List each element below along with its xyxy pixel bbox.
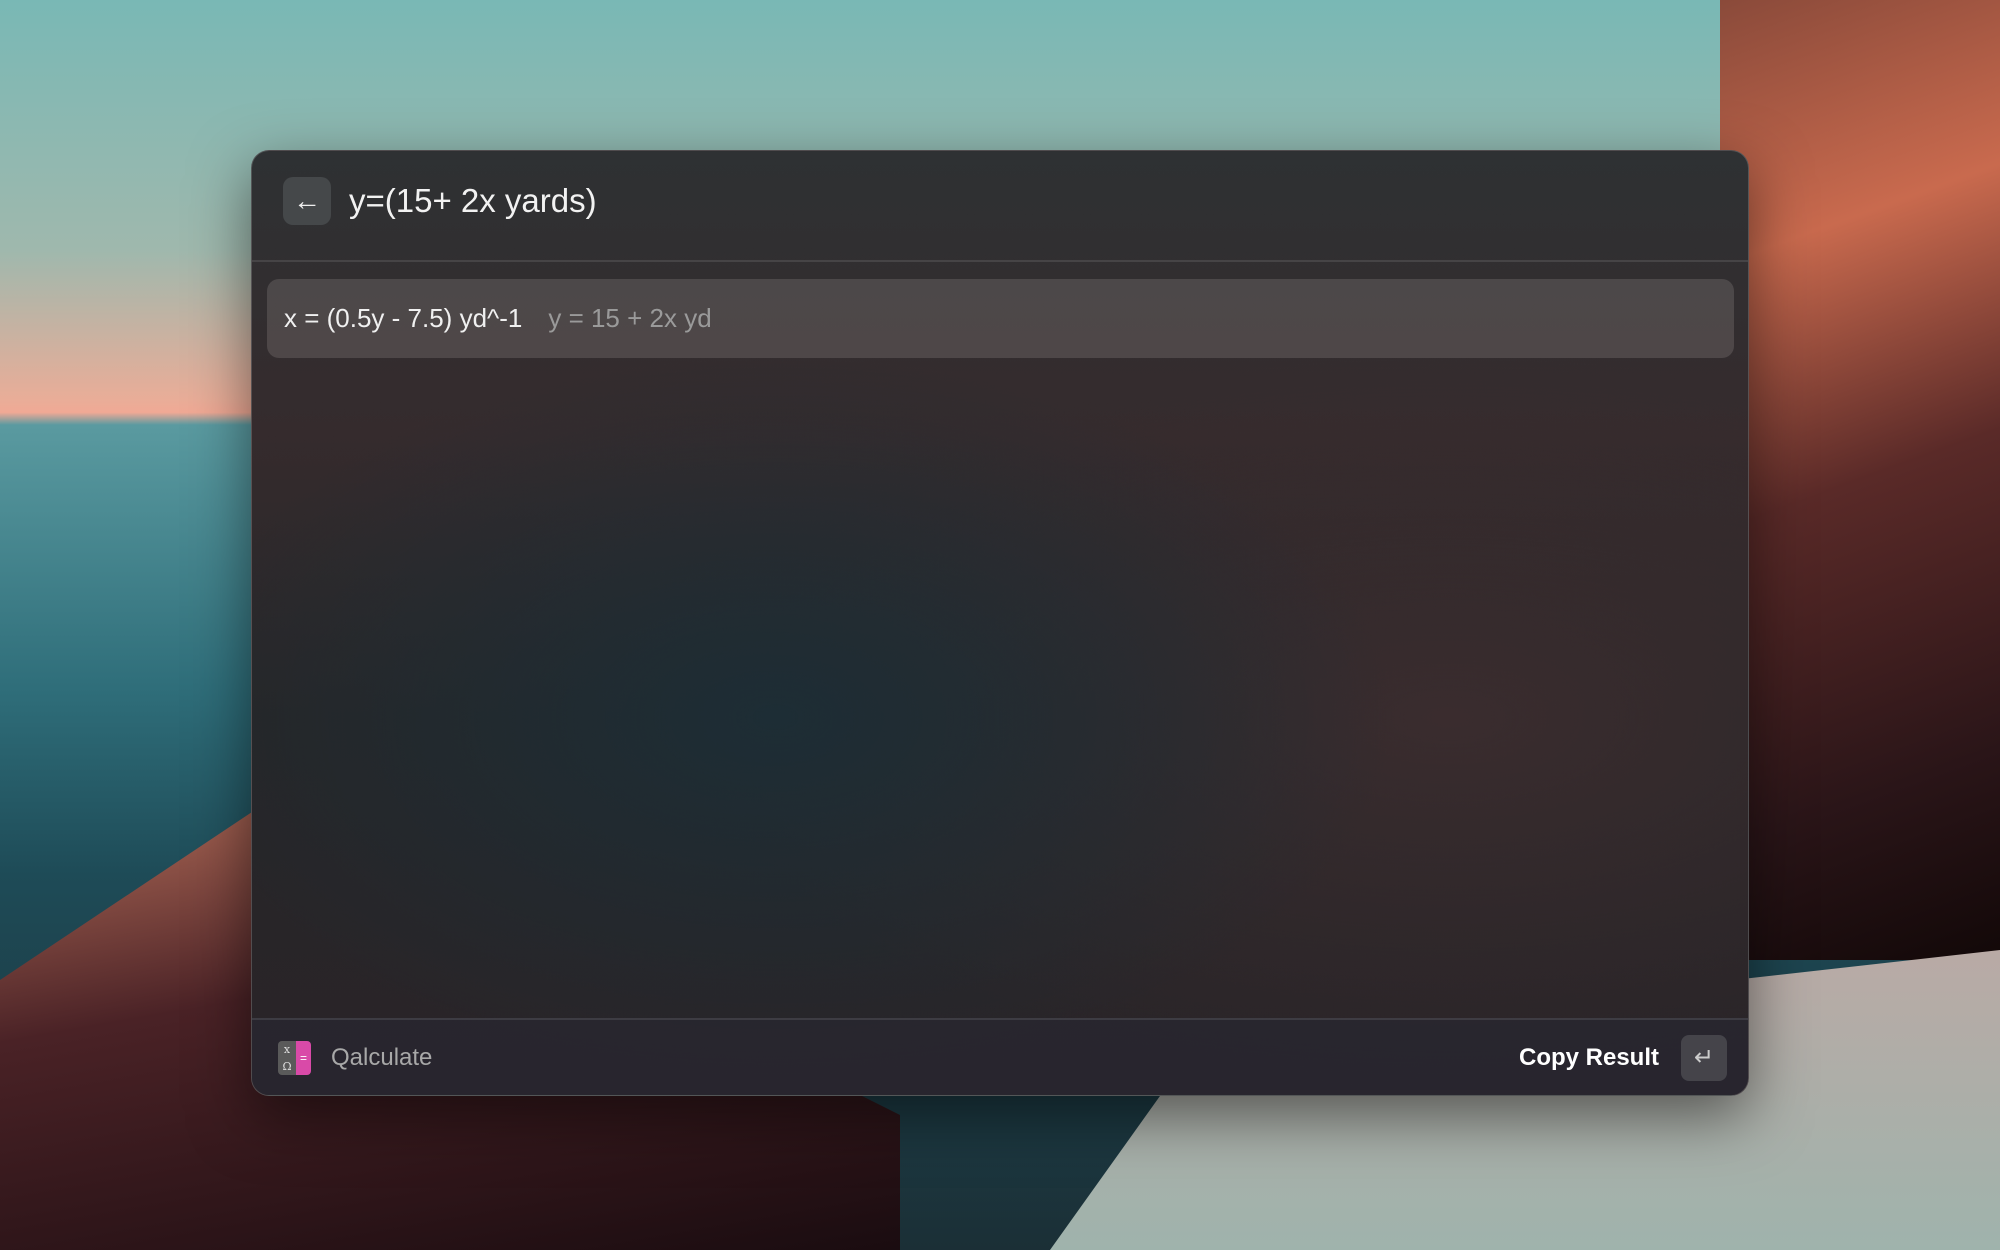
wallpaper-cliff — [1720, 0, 2000, 960]
search-bar: ← y=(15+ 2x yards) — [252, 151, 1748, 262]
return-key-button[interactable]: ↵ — [1681, 1034, 1727, 1081]
icon-glyph-equals: = — [296, 1040, 311, 1075]
icon-glyph-x: x — [283, 1042, 291, 1056]
app-name: Qalculate — [331, 1043, 433, 1071]
launcher-window: ← y=(15+ 2x yards) x = (0.5y - 7.5) yd^-… — [251, 150, 1749, 1096]
result-item[interactable]: x = (0.5y - 7.5) yd^-1 y = 15 + 2x yd — [267, 279, 1734, 358]
icon-glyph-omega: Ω — [282, 1059, 292, 1073]
qalculate-app-icon: xΩ = — [278, 1040, 311, 1075]
result-subtitle: y = 15 + 2x yd — [548, 303, 712, 333]
result-title: x = (0.5y - 7.5) yd^-1 — [284, 303, 523, 333]
search-input[interactable]: y=(15+ 2x yards) — [349, 182, 597, 220]
copy-result-button[interactable]: Copy Result — [1519, 1044, 1659, 1072]
back-button[interactable]: ← — [283, 176, 331, 225]
return-key-icon: ↵ — [1693, 1044, 1715, 1071]
action-bar: xΩ = Qalculate Copy Result ↵ — [252, 1018, 1748, 1095]
arrow-left-icon: ← — [293, 184, 321, 216]
